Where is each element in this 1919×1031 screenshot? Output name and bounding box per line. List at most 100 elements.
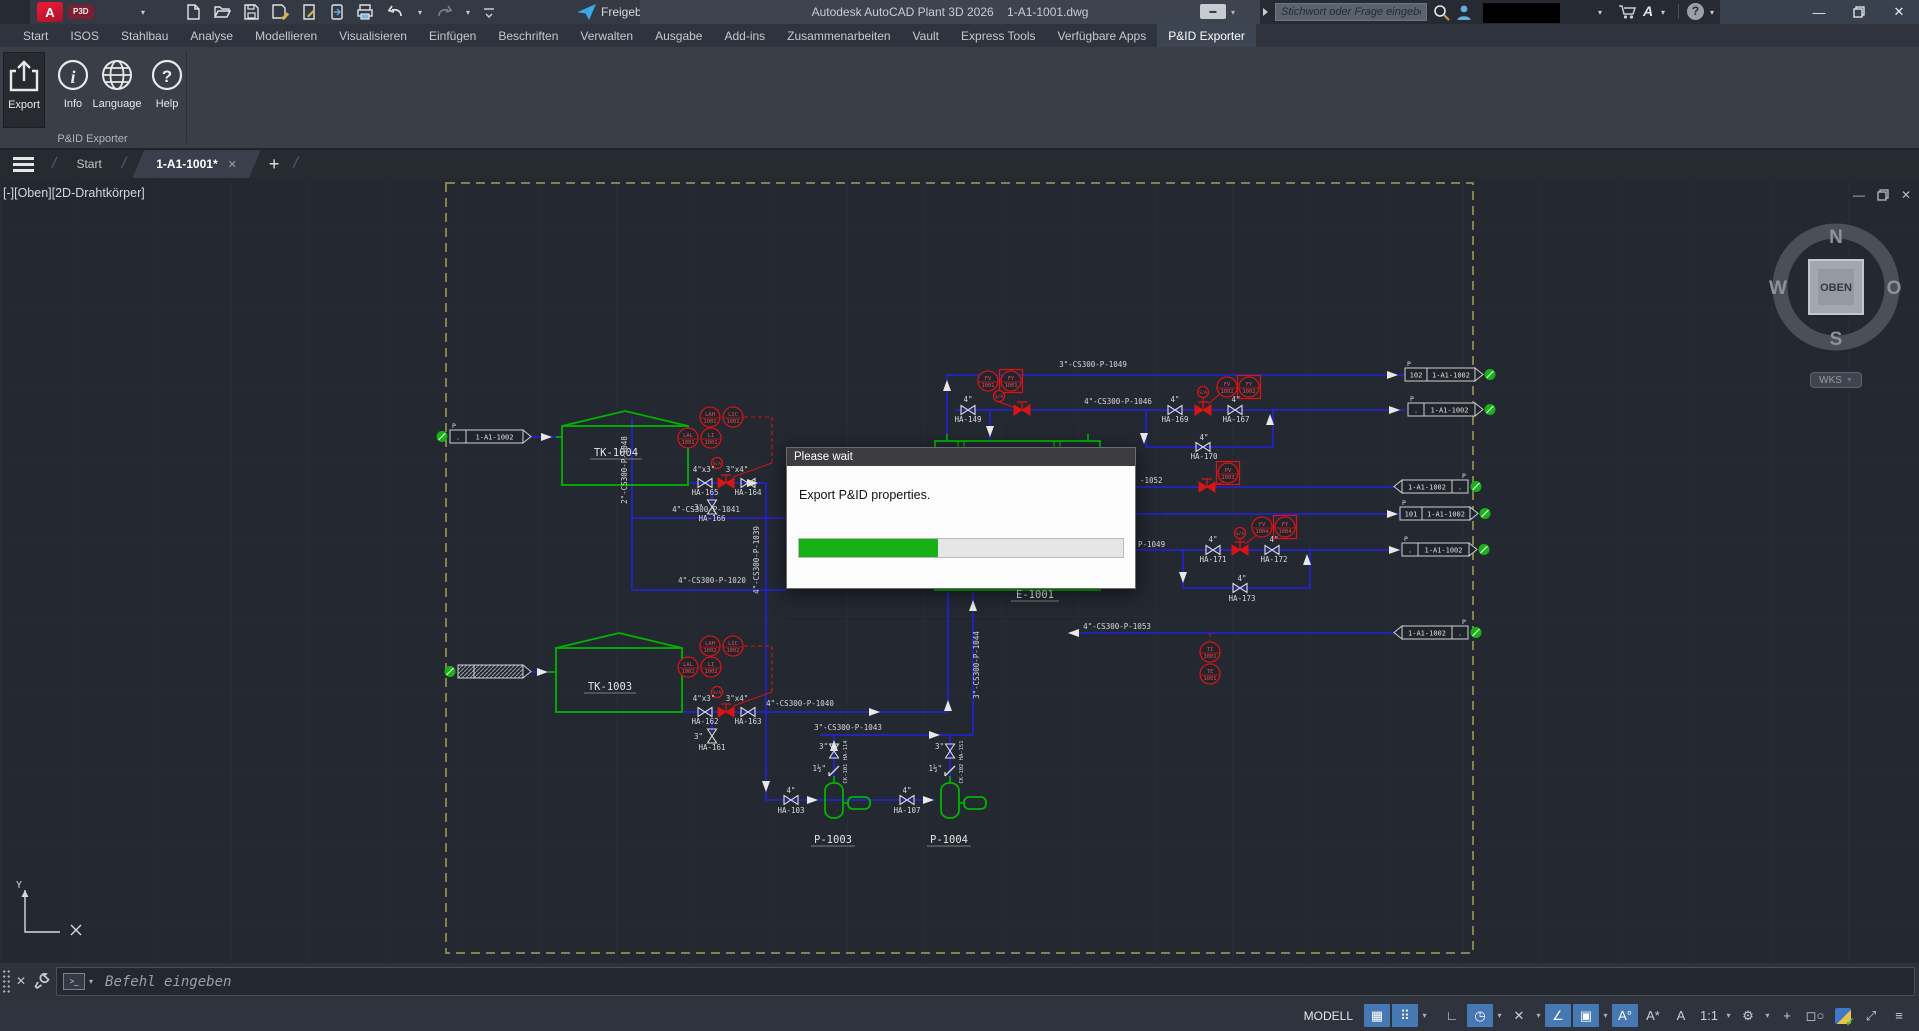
ribbon-tab-stahlbau[interactable]: Stahlbau (110, 24, 179, 47)
status-osnap-button[interactable]: ▣ (1573, 1004, 1599, 1027)
drawing-area[interactable]: TK-1004TK-1003E-1001P-1003P-1004LAH1001L… (0, 178, 1919, 963)
command-bar-grip[interactable] (2, 969, 11, 995)
drawing-minimize-button[interactable]: — (1853, 188, 1865, 202)
ribbon-tab-zusammenarbeiten[interactable]: Zusammenarbeiten (776, 24, 901, 47)
ribbon-tab-isos[interactable]: ISOS (59, 24, 110, 47)
save-icon[interactable] (244, 4, 259, 20)
app-logo-icon[interactable]: A (37, 2, 63, 22)
search-input[interactable] (1275, 3, 1427, 21)
ribbon-tab-einf-gen[interactable]: Einfügen (418, 24, 487, 47)
status-isometric-drafting-caret-icon[interactable]: ▾ (1533, 1011, 1544, 1020)
status-isolate-objects-button[interactable]: ◻○ (1802, 1004, 1828, 1027)
user-icon[interactable] (1456, 4, 1472, 21)
export-document-icon[interactable] (330, 4, 344, 20)
model-space-button[interactable]: MODELL (1294, 1009, 1363, 1023)
viewcube[interactable]: OBEN N S W O (1766, 217, 1906, 357)
ribbon-tab-vault[interactable]: Vault (902, 24, 950, 47)
customize-wrench-icon[interactable] (34, 972, 51, 989)
status-polar-tracking-button[interactable]: ◷ (1467, 1004, 1493, 1027)
viewcube-north[interactable]: N (1829, 227, 1843, 248)
autodesk-caret-icon[interactable]: ▾ (1661, 8, 1665, 17)
status-polar-tracking-caret-icon[interactable]: ▾ (1494, 1011, 1505, 1020)
file-tab-menu-icon[interactable] (0, 150, 46, 178)
file-tab-1-A1-1001-[interactable]: 1-A1-1001*✕ (132, 150, 261, 178)
status-hardware-acceleration-button[interactable]: ✓ (1830, 1004, 1856, 1027)
command-input[interactable]: >_ ▾ Befehl eingeben (56, 967, 1915, 996)
svg-text:FY: FY (1282, 522, 1289, 528)
help-button[interactable]: ?Help (146, 52, 188, 128)
open-folder-icon[interactable] (214, 4, 231, 20)
redo-caret-icon[interactable]: ▾ (466, 8, 470, 17)
customize-qat-icon[interactable] (483, 5, 495, 19)
svg-text:P: P (452, 422, 456, 430)
ribbon-tab-ausgabe[interactable]: Ausgabe (644, 24, 713, 47)
status-settings-button[interactable]: ⚙ (1735, 1004, 1761, 1027)
ribbon-tab-verwalten[interactable]: Verwalten (569, 24, 644, 47)
tab-close-icon[interactable]: ✕ (228, 158, 237, 171)
status-osnap-caret-icon[interactable]: ▾ (1600, 1011, 1611, 1020)
command-caret-icon[interactable]: ▾ (89, 977, 93, 986)
drawing-close-button[interactable]: ✕ (1901, 188, 1911, 202)
account-caret-icon[interactable]: ▾ (1598, 8, 1602, 17)
drawing-restore-button[interactable] (1877, 189, 1889, 201)
ribbon-display-toggle[interactable]: ▬ (1200, 4, 1226, 19)
ribbon-tab-express-tools[interactable]: Express Tools (950, 24, 1046, 47)
viewcube-east[interactable]: O (1887, 278, 1902, 299)
status-isometric-drafting-button[interactable]: ✕ (1506, 1004, 1532, 1027)
status-settings-caret-icon[interactable]: ▾ (1762, 1011, 1773, 1020)
status-annotation-autoscale-button[interactable]: A* (1640, 1004, 1666, 1027)
edit-document-icon[interactable] (302, 4, 317, 20)
undo-caret-icon[interactable]: ▾ (418, 8, 422, 17)
status-ortho-button[interactable]: ∟ (1439, 1004, 1465, 1027)
language-button[interactable]: Language (96, 52, 138, 128)
viewport-controls-label[interactable]: [-][Oben][2D-Drahtkörper] (3, 186, 145, 200)
wcs-dropdown[interactable]: WKS▼ (1810, 372, 1862, 388)
command-placeholder[interactable]: Befehl eingeben (105, 974, 231, 990)
export-button[interactable]: Export (3, 52, 45, 128)
status-snap-button[interactable]: ⠿ (1392, 1004, 1418, 1027)
help-icon[interactable]: ? (1687, 3, 1704, 20)
ribbon-tab-beschriften[interactable]: Beschriften (487, 24, 569, 47)
ribbon-tab-add-ins[interactable]: Add-ins (713, 24, 776, 47)
svg-text:P-1049: P-1049 (1138, 540, 1165, 549)
save-as-icon[interactable] (272, 4, 289, 20)
viewcube-south[interactable]: S (1830, 329, 1843, 350)
status-scale-caret-icon[interactable]: ▾ (1723, 1011, 1734, 1020)
command-bar-close-icon[interactable]: ✕ (16, 974, 26, 988)
svg-text:4": 4" (1199, 433, 1208, 442)
status-scale-button[interactable]: 1:1 (1696, 1004, 1722, 1027)
new-file-icon[interactable] (186, 4, 201, 20)
app-menu-caret-icon[interactable]: ▾ (141, 8, 145, 17)
autodesk-icon[interactable]: A (1643, 3, 1653, 19)
search-expand-icon[interactable] (1262, 7, 1269, 17)
ribbon-tab-visualisieren[interactable]: Visualisieren (328, 24, 418, 47)
ribbon-tab-analyse[interactable]: Analyse (179, 24, 244, 47)
status-snap-caret-icon[interactable]: ▾ (1419, 1011, 1430, 1020)
status-menu-button[interactable]: ≡ (1886, 1004, 1912, 1027)
info-button[interactable]: iInfo (52, 52, 94, 128)
status-annotation-button[interactable]: A (1668, 1004, 1694, 1027)
status-fullscreen-button[interactable]: ⤢ (1858, 1004, 1884, 1027)
status-annotation-visibility-button[interactable]: A° (1612, 1004, 1638, 1027)
ribbon-tab-modellieren[interactable]: Modellieren (244, 24, 328, 47)
help-caret-icon[interactable]: ▾ (1710, 8, 1714, 17)
close-button[interactable]: ✕ (1879, 0, 1919, 24)
viewcube-west[interactable]: W (1769, 278, 1787, 299)
status-osnap-tracking-button[interactable]: ∠ (1545, 1004, 1571, 1027)
print-icon[interactable] (357, 4, 374, 20)
minimize-button[interactable]: — (1799, 0, 1839, 24)
restore-button[interactable] (1839, 0, 1879, 24)
search-icon[interactable] (1433, 4, 1450, 21)
redo-icon[interactable] (435, 4, 453, 20)
ribbon-tab-verf-gbare-apps[interactable]: Verfügbare Apps (1047, 24, 1158, 47)
file-tab-Start[interactable]: Start (62, 150, 115, 178)
status-grid-button[interactable]: ▦ (1364, 1004, 1390, 1027)
ribbon-tab-p-id-exporter[interactable]: P&ID Exporter (1157, 24, 1256, 47)
cart-icon[interactable] (1618, 4, 1638, 20)
status-crosshair-button[interactable]: + (1774, 1004, 1800, 1027)
undo-icon[interactable] (387, 4, 405, 20)
command-terminal-icon[interactable]: >_ (63, 973, 85, 990)
ribbon-toggle-caret-icon[interactable]: ▾ (1231, 8, 1235, 17)
new-tab-button[interactable]: + (261, 150, 288, 178)
ribbon-tab-start[interactable]: Start (12, 24, 59, 47)
